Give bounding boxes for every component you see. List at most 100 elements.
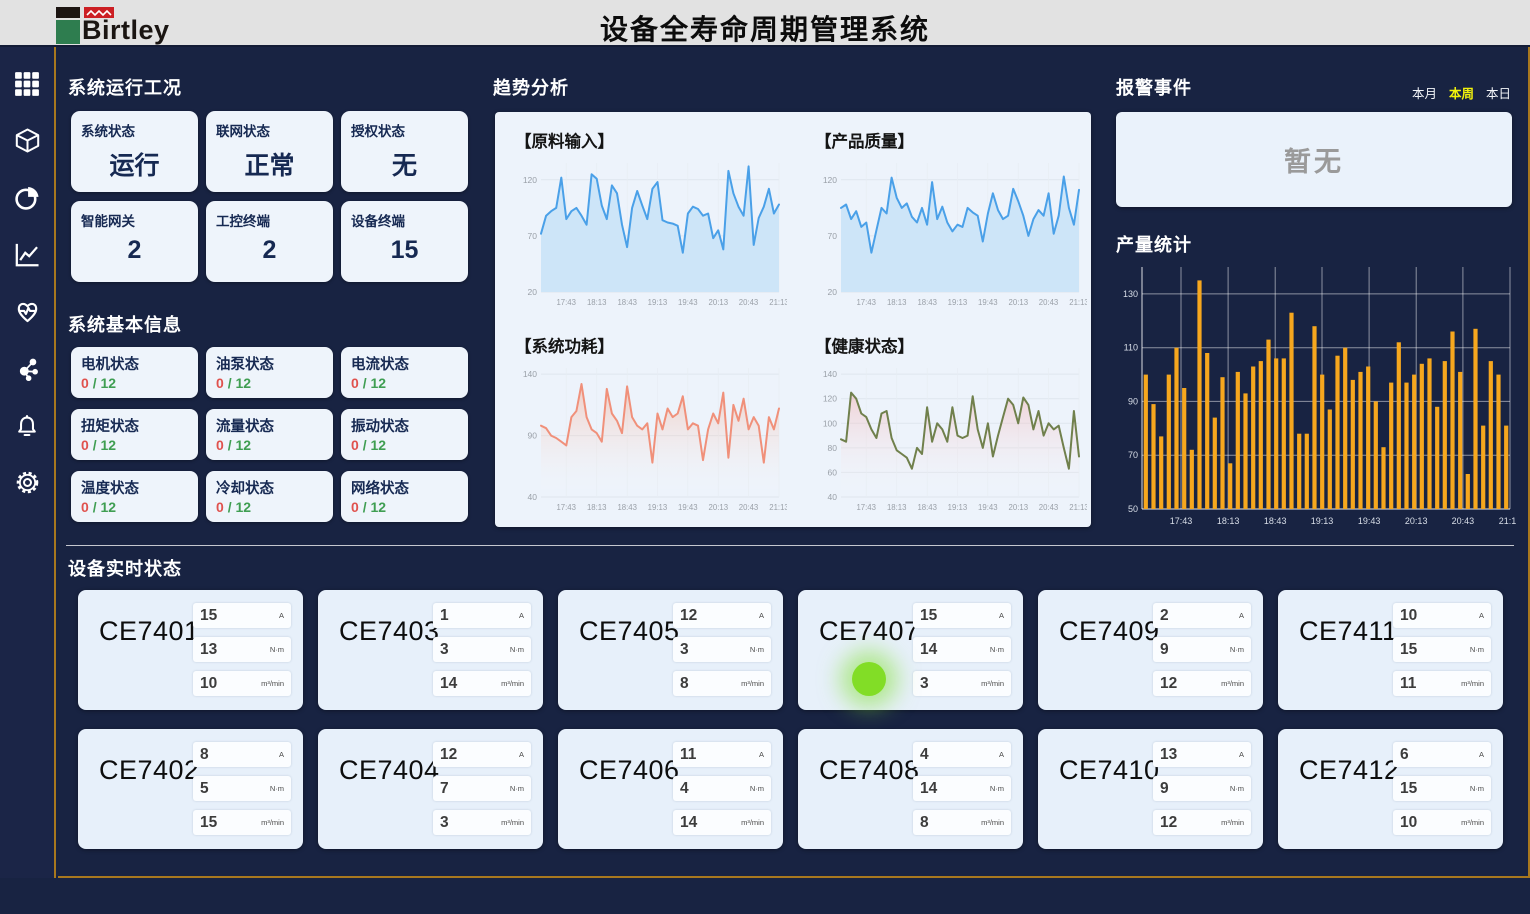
device-metric: 8A <box>193 742 291 767</box>
device-metric-value: 8 <box>680 675 689 693</box>
device-card-ce7402[interactable]: CE74028A5N·m15m³/min <box>78 729 303 849</box>
alarm-filter-本月[interactable]: 本月 <box>1412 87 1437 101</box>
device-metric: 3m³/min <box>913 671 1011 696</box>
device-card-ce7405[interactable]: CE740512A3N·m8m³/min <box>558 590 783 710</box>
basic-info-total: / 12 <box>228 499 251 515</box>
device-name: CE7404 <box>339 755 440 786</box>
basic-info-card: 振动状态0 / 12 <box>341 409 468 460</box>
device-metrics: 13A9N·m12m³/min <box>1153 742 1251 835</box>
run-status-value: 2 <box>216 236 323 265</box>
device-card-ce7403[interactable]: CE74031A3N·m14m³/min <box>318 590 543 710</box>
svg-text:40: 40 <box>828 492 838 502</box>
device-card-ce7406[interactable]: CE740611A4N·m14m³/min <box>558 729 783 849</box>
sidebar-nav <box>0 47 56 878</box>
network-nodes-icon <box>14 356 40 387</box>
svg-text:18:13: 18:13 <box>587 298 607 307</box>
device-metric-value: 12 <box>1160 814 1177 832</box>
sidebar-item-health-monitor[interactable] <box>11 299 43 329</box>
basic-info-counts: 0 / 12 <box>81 499 188 515</box>
basic-info-card: 电流状态0 / 12 <box>341 347 468 398</box>
basic-info-grid: 电机状态0 / 12油泵状态0 / 12电流状态0 / 12扭矩状态0 / 12… <box>71 347 471 522</box>
device-metric-unit: A <box>999 611 1004 620</box>
sidebar-item-cube[interactable] <box>11 128 43 158</box>
sidebar-item-line-chart[interactable] <box>11 242 43 272</box>
sidebar-item-apps-grid[interactable] <box>11 71 43 101</box>
run-status-value: 2 <box>81 236 188 265</box>
device-metric-unit: N·m <box>270 645 284 654</box>
device-metric: 15N·m <box>1393 637 1491 662</box>
device-metric: 9N·m <box>1153 776 1251 801</box>
device-card-ce7411[interactable]: CE741110A15N·m11m³/min <box>1278 590 1503 710</box>
device-metric-value: 11 <box>1400 675 1416 693</box>
device-metric-unit: A <box>519 750 524 759</box>
alarm-filter-group: 本月本周本日 <box>1116 83 1511 103</box>
device-metric-unit: m³/min <box>981 818 1004 827</box>
cube-icon <box>14 127 41 159</box>
alarm-filter-本日[interactable]: 本日 <box>1486 87 1511 101</box>
device-metric: 12A <box>673 603 771 628</box>
device-card-ce7404[interactable]: CE740412A7N·m3m³/min <box>318 729 543 849</box>
svg-text:130: 130 <box>1123 289 1138 299</box>
basic-info-counts: 0 / 12 <box>216 437 323 453</box>
sidebar-item-pie-chart[interactable] <box>11 185 43 215</box>
svg-text:19:43: 19:43 <box>978 298 998 307</box>
basic-info-total: / 12 <box>363 437 386 453</box>
device-metric: 14m³/min <box>433 671 531 696</box>
run-status-card: 工控终端 2 <box>206 201 333 282</box>
run-status-label: 工控终端 <box>216 210 323 230</box>
device-name: CE7411 <box>1299 616 1398 647</box>
svg-text:20: 20 <box>828 287 838 297</box>
device-name: CE7407 <box>819 616 920 647</box>
svg-text:18:13: 18:13 <box>887 298 907 307</box>
device-metric-value: 10 <box>1400 607 1417 625</box>
device-metric-value: 15 <box>200 814 217 832</box>
svg-text:18:43: 18:43 <box>1264 516 1287 526</box>
svg-text:60: 60 <box>828 467 838 477</box>
device-card-ce7407[interactable]: CE740715A14N·m3m³/min <box>798 590 1023 710</box>
basic-info-total: / 12 <box>363 375 386 391</box>
sidebar-item-gear[interactable] <box>11 470 43 500</box>
device-name: CE7409 <box>1059 616 1160 647</box>
svg-text:140: 140 <box>523 369 537 379</box>
basic-info-total: / 12 <box>93 499 116 515</box>
device-metric: 15A <box>913 603 1011 628</box>
device-card-ce7408[interactable]: CE74084A14N·m8m³/min <box>798 729 1023 849</box>
basic-info-counts: 0 / 12 <box>216 499 323 515</box>
device-metric-unit: m³/min <box>261 679 284 688</box>
device-metrics: 6A15N·m10m³/min <box>1393 742 1491 835</box>
svg-text:18:43: 18:43 <box>917 503 937 512</box>
device-card-ce7409[interactable]: CE74092A9N·m12m³/min <box>1038 590 1263 710</box>
chart-cell-health: 【健康状态】 40608010012014017:4318:1318:4319:… <box>815 333 1087 520</box>
device-metric: 11m³/min <box>1393 671 1491 696</box>
svg-text:20:43: 20:43 <box>739 298 759 307</box>
basic-info-label: 油泵状态 <box>216 353 323 374</box>
basic-info-counts: 0 / 12 <box>81 437 188 453</box>
sidebar-item-bell[interactable] <box>11 413 43 443</box>
device-card-ce7401[interactable]: CE740115A13N·m10m³/min <box>78 590 303 710</box>
device-metrics: 2A9N·m12m³/min <box>1153 603 1251 696</box>
line-chart-icon <box>14 241 41 273</box>
device-card-ce7410[interactable]: CE741013A9N·m12m³/min <box>1038 729 1263 849</box>
svg-text:21:13: 21:13 <box>769 298 787 307</box>
device-metric: 12m³/min <box>1153 810 1251 835</box>
device-name: CE7403 <box>339 616 440 647</box>
chart-title-product-quality: 【产品质量】 <box>815 128 1087 152</box>
system-power-line-chart: 409014017:4318:1318:4319:1319:4320:1320:… <box>515 360 787 515</box>
device-metric-value: 15 <box>200 607 217 625</box>
sidebar-item-network-nodes[interactable] <box>11 356 43 386</box>
device-metric: 14m³/min <box>673 810 771 835</box>
device-card-ce7412[interactable]: CE74126A15N·m10m³/min <box>1278 729 1503 849</box>
basic-info-count: 0 <box>81 437 93 453</box>
basic-info-count: 0 <box>81 499 93 515</box>
device-metric-unit: N·m <box>750 645 764 654</box>
device-metric-value: 13 <box>1160 746 1177 764</box>
alarm-filter-本周[interactable]: 本周 <box>1449 87 1474 101</box>
svg-text:19:43: 19:43 <box>678 503 698 512</box>
device-metric-value: 4 <box>680 780 689 798</box>
gear-icon <box>14 469 41 501</box>
run-status-card: 联网状态正常 <box>206 111 333 192</box>
basic-info-count: 0 <box>81 375 93 391</box>
basic-info-total: / 12 <box>93 375 116 391</box>
svg-text:18:13: 18:13 <box>587 503 607 512</box>
basic-info-counts: 0 / 12 <box>351 375 458 391</box>
